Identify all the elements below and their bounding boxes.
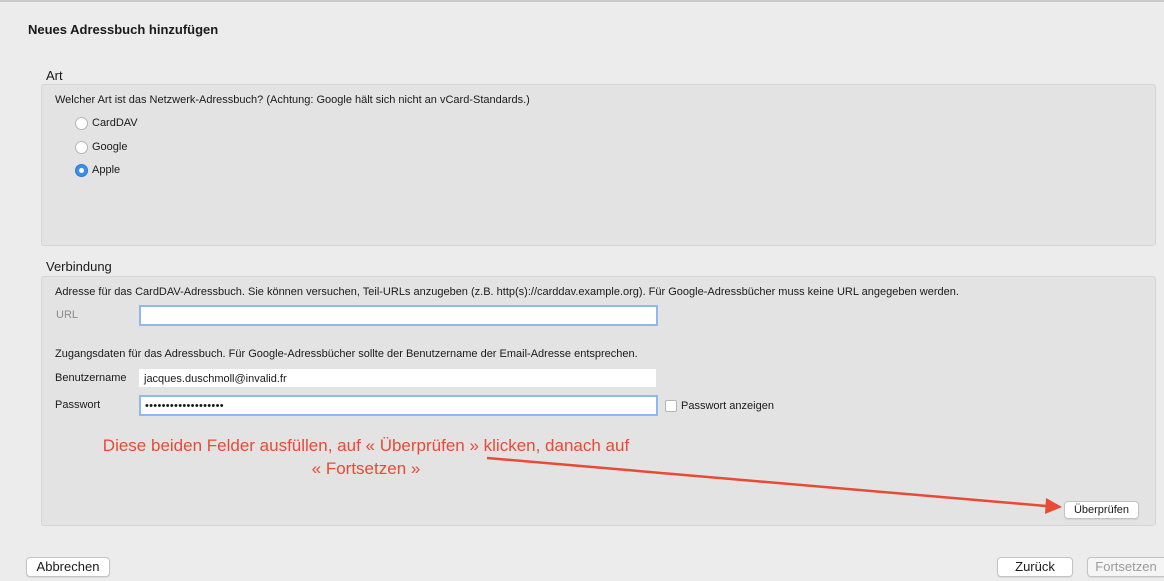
continue-button[interactable]: Fortsetzen xyxy=(1087,557,1164,577)
cancel-button[interactable]: Abbrechen xyxy=(26,557,110,577)
verify-button[interactable]: Überprüfen xyxy=(1064,501,1139,519)
back-button[interactable]: Zurück xyxy=(997,557,1073,577)
annotation-arrow-icon xyxy=(486,456,1062,514)
